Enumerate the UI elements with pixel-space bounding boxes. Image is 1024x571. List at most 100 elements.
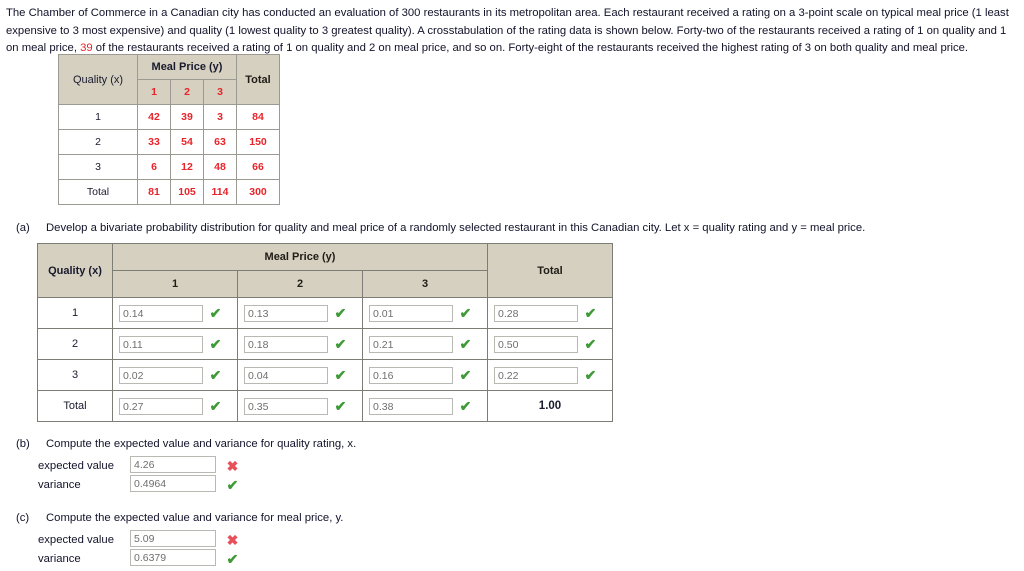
intro-highlighted-count: 39 xyxy=(80,42,93,54)
probtab-row-label-2: 2 xyxy=(37,328,113,360)
correct-check-icon: ✔ xyxy=(209,336,222,352)
part-c-expected-value-label: expected value xyxy=(38,534,114,546)
probtab-col-header-3: 3 xyxy=(362,270,488,298)
part-c-variance-input[interactable]: 0.6379 xyxy=(130,549,216,566)
probability-distribution-table: Quality (x) Meal Price (y) Total 1 2 3 1… xyxy=(37,243,613,422)
correct-check-icon: ✔ xyxy=(334,367,347,383)
crosstabulation-table: Quality (x) Meal Price (y) Total 1 2 3 1… xyxy=(58,54,280,205)
table-row: 3 6 12 48 66 xyxy=(58,154,280,180)
crosstab-row-total-1: 84 xyxy=(236,104,280,130)
table-row: 1 0.14 ✔ 0.13 ✔ 0.01 ✔ 0.28 ✔ xyxy=(37,297,613,329)
prob-input-total-r1[interactable]: 0.28 xyxy=(494,304,578,322)
incorrect-cross-icon: ✖ xyxy=(226,458,239,474)
prob-input-r3c3[interactable]: 0.16 xyxy=(369,366,453,384)
correct-check-icon: ✔ xyxy=(459,398,472,414)
table-row: Quality (x) Meal Price (y) Total xyxy=(37,243,613,298)
probtab-cell-r3c2: 0.04 ✔ xyxy=(237,359,363,391)
probtab-total-row-label: Total xyxy=(37,390,113,422)
part-c-variance-label: variance xyxy=(38,553,81,565)
part-a-text: Develop a bivariate probability distribu… xyxy=(46,222,866,234)
probtab-cell-r2c2: 0.18 ✔ xyxy=(237,328,363,360)
crosstab-col-total-3: 114 xyxy=(203,179,237,205)
probtab-cell-r1c1: 0.14 ✔ xyxy=(112,297,238,329)
part-b-expected-value-box: 4.26 xyxy=(130,456,216,476)
correct-check-icon: ✔ xyxy=(226,551,239,567)
part-b-expected-value-input[interactable]: 4.26 xyxy=(130,456,216,473)
prob-input-total-c1[interactable]: 0.27 xyxy=(119,397,203,415)
part-b-text: Compute the expected value and variance … xyxy=(46,438,357,450)
crosstab-cell-r3c1: 6 xyxy=(137,154,171,180)
prob-input-r1c1[interactable]: 0.14 xyxy=(119,304,203,322)
prob-input-r1c3[interactable]: 0.01 xyxy=(369,304,453,322)
part-c-index: (c) xyxy=(16,512,30,524)
probtab-row-label-1: 1 xyxy=(37,297,113,329)
crosstab-row-label-1: 1 xyxy=(58,104,138,130)
part-c-variance-row: variance 0.6379 ✔ xyxy=(38,549,239,569)
incorrect-cross-icon: ✖ xyxy=(226,532,239,548)
part-c-expected-value-input[interactable]: 5.09 xyxy=(130,530,216,547)
table-row: Quality (x) Meal Price (y) Total xyxy=(58,54,280,105)
correct-check-icon: ✔ xyxy=(459,305,472,321)
table-row: 3 0.02 ✔ 0.04 ✔ 0.16 ✔ 0.22 ✔ xyxy=(37,359,613,391)
crosstab-cell-r1c2: 39 xyxy=(170,104,204,130)
correct-check-icon: ✔ xyxy=(459,336,472,352)
prob-input-r2c1[interactable]: 0.11 xyxy=(119,335,203,353)
prob-input-r1c2[interactable]: 0.13 xyxy=(244,304,328,322)
part-a-index: (a) xyxy=(16,222,30,234)
crosstab-group-header: Meal Price (y) xyxy=(137,54,237,80)
crosstab-col-total-1: 81 xyxy=(137,179,171,205)
correct-check-icon: ✔ xyxy=(584,336,597,352)
probtab-cell-r2c1: 0.11 ✔ xyxy=(112,328,238,360)
prob-input-r3c2[interactable]: 0.04 xyxy=(244,366,328,384)
probtab-cell-r1c3: 0.01 ✔ xyxy=(362,297,488,329)
probtab-total-header: Total xyxy=(487,243,613,298)
correct-check-icon: ✔ xyxy=(209,398,222,414)
part-c-expected-value-row: expected value 5.09 ✖ xyxy=(38,530,239,550)
crosstab-col-header-2: 2 xyxy=(170,79,204,105)
crosstab-cell-r1c3: 3 xyxy=(203,104,237,130)
probtab-row-total-2: 0.50 ✔ xyxy=(487,328,613,360)
intro-text-part2: of the restaurants received a rating of … xyxy=(92,42,969,54)
probtab-cell-r3c1: 0.02 ✔ xyxy=(112,359,238,391)
crosstab-total-row-label: Total xyxy=(58,179,138,205)
prob-input-total-c3[interactable]: 0.38 xyxy=(369,397,453,415)
problem-statement: The Chamber of Commerce in a Canadian ci… xyxy=(6,5,1018,58)
probtab-col-total-3: 0.38 ✔ xyxy=(362,390,488,422)
crosstab-row-total-2: 150 xyxy=(236,129,280,155)
crosstab-total-header: Total xyxy=(236,54,280,105)
correct-check-icon: ✔ xyxy=(459,367,472,383)
correct-check-icon: ✔ xyxy=(334,336,347,352)
prob-input-total-r2[interactable]: 0.50 xyxy=(494,335,578,353)
crosstab-row-header-label: Quality (x) xyxy=(72,73,124,86)
probtab-col-total-1: 0.27 ✔ xyxy=(112,390,238,422)
probtab-row-total-3: 0.22 ✔ xyxy=(487,359,613,391)
probtab-cell-r1c2: 0.13 ✔ xyxy=(237,297,363,329)
crosstab-cell-r2c2: 54 xyxy=(170,129,204,155)
prob-input-r2c2[interactable]: 0.18 xyxy=(244,335,328,353)
prob-input-total-r3[interactable]: 0.22 xyxy=(494,366,578,384)
probtab-col-header-1: 1 xyxy=(112,270,238,298)
prob-input-total-c2[interactable]: 0.35 xyxy=(244,397,328,415)
part-b-variance-input[interactable]: 0.4964 xyxy=(130,475,216,492)
crosstab-col-total-2: 105 xyxy=(170,179,204,205)
part-b-expected-value-row: expected value 4.26 ✖ xyxy=(38,456,239,476)
table-row: 2 33 54 63 150 xyxy=(58,129,280,155)
probtab-cell-r2c3: 0.21 ✔ xyxy=(362,328,488,360)
part-a-prompt: (a) Develop a bivariate probability dist… xyxy=(16,222,916,234)
part-c-variance-box: 0.6379 xyxy=(130,549,216,569)
part-b-variance-row: variance 0.4964 ✔ xyxy=(38,475,239,495)
crosstab-corner-header: Quality (x) xyxy=(58,54,138,105)
correct-check-icon: ✔ xyxy=(209,367,222,383)
probtab-row-label-3: 3 xyxy=(37,359,113,391)
correct-check-icon: ✔ xyxy=(226,477,239,493)
crosstab-grand-total: 300 xyxy=(236,179,280,205)
probtab-group-header: Meal Price (y) xyxy=(112,243,488,271)
part-b-index: (b) xyxy=(16,438,30,450)
prob-input-r2c3[interactable]: 0.21 xyxy=(369,335,453,353)
prob-input-r3c1[interactable]: 0.02 xyxy=(119,366,203,384)
crosstab-cell-r3c2: 12 xyxy=(170,154,204,180)
probtab-corner-header: Quality (x) xyxy=(37,243,113,298)
crosstab-cell-r3c3: 48 xyxy=(203,154,237,180)
correct-check-icon: ✔ xyxy=(584,305,597,321)
table-row: Total 81 105 114 300 xyxy=(58,179,280,205)
